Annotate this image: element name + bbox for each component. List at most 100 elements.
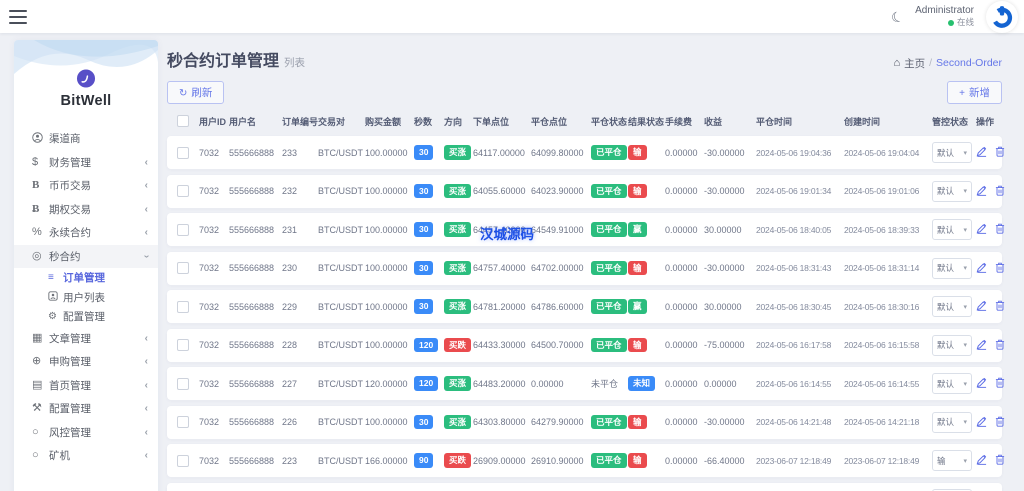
menu-toggle-icon[interactable] bbox=[9, 9, 27, 24]
user-card-icon bbox=[48, 291, 63, 303]
delete-icon[interactable] bbox=[995, 185, 1005, 198]
cell-user-id: 7032 bbox=[199, 301, 220, 312]
cell-amount: 100.00000 bbox=[365, 224, 408, 235]
cell-fee: 0.00000 bbox=[665, 417, 698, 427]
row-checkbox[interactable] bbox=[177, 339, 189, 351]
control-select[interactable]: 默认▾ bbox=[932, 373, 972, 394]
cell-username: 555666888 bbox=[229, 455, 275, 466]
sidebar-item-config-main[interactable]: ⚒ 配置管理 ‹ bbox=[14, 397, 158, 421]
cell-close-time: 2024-05-06 19:01:34 bbox=[756, 186, 832, 196]
sidebar-item-user-list[interactable]: 用户列表 bbox=[14, 288, 158, 308]
col-control: 管控状态 bbox=[932, 116, 969, 127]
sidebar-item-subscription[interactable]: ⊕ 申购管理 ‹ bbox=[14, 350, 158, 374]
sidebar-item-channel[interactable]: 渠道商 bbox=[14, 127, 158, 151]
add-button[interactable]: + 新增 bbox=[947, 81, 1002, 104]
sidebar-item-risk[interactable]: ○ 风控管理 ‹ bbox=[14, 421, 158, 445]
gear-icon: ⚙ bbox=[48, 310, 57, 322]
sidebar-item-options-trade[interactable]: Ƀ 期权交易 ‹ bbox=[14, 198, 158, 222]
cell-pair: BTC/USDT bbox=[318, 455, 363, 466]
control-select[interactable]: 默认▾ bbox=[932, 180, 972, 202]
table-row: 7032 555666888 232 BTC/USDT 100.00000 30… bbox=[167, 174, 1005, 208]
chevron-left-icon: ‹ bbox=[144, 356, 148, 368]
list-icon: ≡ bbox=[48, 271, 54, 283]
edit-icon[interactable] bbox=[976, 223, 987, 236]
sidebar-item-second-contract[interactable]: ◎ 秒合约 ‹ bbox=[14, 244, 158, 268]
sidebar-item-homepage[interactable]: ▤ 首页管理 ‹ bbox=[14, 374, 158, 398]
close-status-badge: 已平仓 bbox=[591, 222, 627, 237]
cell-amount: 100.00000 bbox=[365, 263, 408, 273]
seconds-badge: 30 bbox=[414, 260, 434, 276]
row-checkbox[interactable] bbox=[177, 377, 189, 390]
sidebar-item-miner[interactable]: ○ 矿机 ‹ bbox=[14, 444, 158, 468]
sidebar-header: BitWell bbox=[14, 40, 158, 123]
col-create-time: 创建时间 bbox=[844, 116, 881, 127]
row-checkbox[interactable] bbox=[177, 146, 189, 159]
direction-badge: 买涨 bbox=[444, 145, 472, 160]
select-all-checkbox[interactable] bbox=[177, 115, 189, 127]
cell-profit: 0.00000 bbox=[704, 378, 737, 389]
dark-mode-icon[interactable]: ☾ bbox=[888, 7, 905, 26]
edit-icon[interactable] bbox=[976, 300, 987, 313]
row-checkbox[interactable] bbox=[177, 185, 189, 197]
row-checkbox[interactable] bbox=[177, 300, 189, 313]
main-content: 秒合约订单管理 列表 ⌂ 主页 / Second-Order ↻ 刷新 + 新增 用户… bbox=[158, 33, 1024, 491]
cell-username: 555666888 bbox=[229, 186, 275, 196]
col-open-price: 下单点位 bbox=[473, 116, 510, 127]
cell-pair: BTC/USDT bbox=[318, 301, 363, 312]
second-contract-submenu: ≡ 订单管理 用户列表 ⚙ 配置管理 bbox=[14, 268, 158, 327]
control-select[interactable]: 输 ▾ bbox=[932, 450, 972, 471]
row-checkbox[interactable] bbox=[177, 416, 189, 428]
seconds-badge: 120 bbox=[414, 337, 439, 353]
cell-profit: -30.00000 bbox=[704, 263, 745, 273]
breadcrumb: ⌂ 主页 / Second-Order bbox=[893, 56, 1002, 71]
edit-icon[interactable] bbox=[976, 416, 987, 429]
sidebar-item-finance[interactable]: $ 财务管理 ‹ bbox=[14, 151, 158, 175]
control-select[interactable]: 默认▾ bbox=[932, 296, 972, 317]
delete-icon[interactable] bbox=[995, 262, 1005, 275]
chevron-left-icon: ‹ bbox=[144, 180, 148, 192]
edit-icon[interactable] bbox=[976, 377, 987, 390]
cell-close-price: 64500.70000 bbox=[531, 340, 584, 350]
edit-icon[interactable] bbox=[976, 339, 987, 352]
edit-icon[interactable] bbox=[976, 262, 987, 275]
control-select[interactable]: 默认▾ bbox=[932, 411, 972, 433]
control-select[interactable]: 默认▾ bbox=[932, 219, 972, 240]
delete-icon[interactable] bbox=[995, 339, 1005, 352]
delete-icon[interactable] bbox=[995, 454, 1005, 467]
row-checkbox[interactable] bbox=[177, 223, 189, 236]
row-checkbox[interactable] bbox=[177, 262, 189, 274]
table-row: 7032 555666888 226 BTC/USDT 100.00000 30… bbox=[167, 405, 1005, 439]
user-meta: Administrator 在线 bbox=[915, 5, 974, 28]
delete-icon[interactable] bbox=[995, 416, 1005, 429]
cell-fee: 0.00000 bbox=[665, 263, 698, 273]
refresh-button[interactable]: ↻ 刷新 bbox=[167, 81, 225, 104]
edit-icon[interactable] bbox=[976, 146, 987, 159]
cell-fee: 0.00000 bbox=[665, 301, 698, 312]
delete-icon[interactable] bbox=[995, 377, 1005, 390]
brand-name: BitWell bbox=[60, 93, 112, 109]
breadcrumb-home[interactable]: 主页 bbox=[904, 56, 925, 71]
control-select[interactable]: 默认▾ bbox=[932, 257, 972, 279]
control-select[interactable]: 默认▾ bbox=[932, 142, 972, 163]
cell-close-time: 2023-06-07 12:18:49 bbox=[756, 455, 832, 466]
sidebar-item-perpetual[interactable]: % 永续合约 ‹ bbox=[14, 221, 158, 245]
control-select[interactable]: 默认▾ bbox=[932, 334, 972, 356]
sidebar-item-spot-trade[interactable]: B 币币交易 ‹ bbox=[14, 174, 158, 198]
sidebar-item-config-sub[interactable]: ⚙ 配置管理 bbox=[14, 307, 158, 327]
cell-amount: 100.00000 bbox=[365, 186, 408, 196]
row-checkbox[interactable] bbox=[177, 454, 189, 467]
avatar[interactable] bbox=[986, 0, 1018, 33]
col-close-time: 平仓时间 bbox=[756, 116, 793, 127]
delete-icon[interactable] bbox=[995, 223, 1005, 236]
cell-close-price: 64099.80000 bbox=[531, 147, 584, 158]
close-status-badge: 已平仓 bbox=[591, 145, 627, 160]
chevron-left-icon: ‹ bbox=[144, 379, 148, 391]
delete-icon[interactable] bbox=[995, 146, 1005, 159]
sidebar-item-articles[interactable]: ▦ 文章管理 ‹ bbox=[14, 327, 158, 351]
seconds-badge: 90 bbox=[414, 453, 434, 468]
cell-order-no: 231 bbox=[282, 224, 298, 235]
sidebar-item-order-management[interactable]: ≡ 订单管理 bbox=[14, 268, 158, 288]
edit-icon[interactable] bbox=[976, 185, 987, 198]
edit-icon[interactable] bbox=[976, 454, 987, 467]
delete-icon[interactable] bbox=[995, 300, 1005, 313]
